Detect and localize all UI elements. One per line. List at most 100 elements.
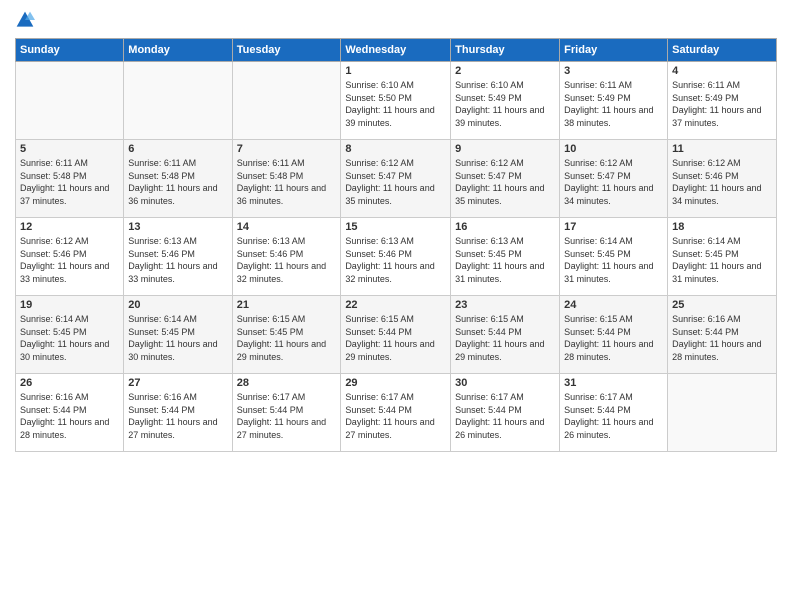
cell-info: Sunrise: 6:10 AM Sunset: 5:50 PM Dayligh…: [345, 79, 446, 129]
weekday-header-monday: Monday: [124, 39, 232, 62]
calendar-cell: [16, 62, 124, 140]
cell-info: Sunrise: 6:15 AM Sunset: 5:45 PM Dayligh…: [237, 313, 337, 363]
weekday-header-sunday: Sunday: [16, 39, 124, 62]
day-number: 7: [237, 143, 337, 155]
calendar-table: SundayMondayTuesdayWednesdayThursdayFrid…: [15, 38, 777, 452]
calendar-cell: [232, 62, 341, 140]
cell-info: Sunrise: 6:13 AM Sunset: 5:45 PM Dayligh…: [455, 235, 555, 285]
cell-info: Sunrise: 6:17 AM Sunset: 5:44 PM Dayligh…: [455, 391, 555, 441]
calendar-cell: 28Sunrise: 6:17 AM Sunset: 5:44 PM Dayli…: [232, 374, 341, 452]
cell-info: Sunrise: 6:16 AM Sunset: 5:44 PM Dayligh…: [20, 391, 119, 441]
calendar-cell: 11 Sunrise: 6:12 AM Sunset: 5:46 PM Dayli…: [668, 140, 777, 218]
cell-info: Sunrise: 6:17 AM Sunset: 5:44 PM Dayligh…: [345, 391, 446, 441]
calendar-cell: 9 Sunrise: 6:12 AM Sunset: 5:47 PM Daylig…: [451, 140, 560, 218]
calendar-cell: 15 Sunrise: 6:13 AM Sunset: 5:46 PM Dayli…: [341, 218, 451, 296]
weekday-header-row: SundayMondayTuesdayWednesdayThursdayFrid…: [16, 39, 777, 62]
day-number: 30: [455, 377, 555, 389]
cell-info: Sunrise: 6:11 AM Sunset: 5:48 PM Dayligh…: [237, 157, 337, 207]
calendar-cell: 1 Sunrise: 6:10 AM Sunset: 5:50 PM Daylig…: [341, 62, 451, 140]
header: [15, 10, 777, 30]
day-number: 28: [237, 377, 337, 389]
day-number: 15: [345, 221, 446, 233]
day-number: 25: [672, 299, 772, 311]
page: SundayMondayTuesdayWednesdayThursdayFrid…: [0, 0, 792, 612]
calendar-cell: 2 Sunrise: 6:10 AM Sunset: 5:49 PM Daylig…: [451, 62, 560, 140]
calendar-cell: 8 Sunrise: 6:12 AM Sunset: 5:47 PM Daylig…: [341, 140, 451, 218]
day-number: 12: [20, 221, 119, 233]
day-number: 4: [672, 65, 772, 77]
calendar-cell: 20 Sunrise: 6:14 AM Sunset: 5:45 PM Dayli…: [124, 296, 232, 374]
calendar-cell: 27 Sunrise: 6:16 AM Sunset: 5:44 PM Dayli…: [124, 374, 232, 452]
cell-info: Sunrise: 6:14 AM Sunset: 5:45 PM Dayligh…: [20, 313, 119, 363]
day-number: 19: [20, 299, 119, 311]
day-number: 26: [20, 377, 119, 389]
calendar-cell: [124, 62, 232, 140]
calendar-cell: 7 Sunrise: 6:11 AM Sunset: 5:48 PM Daylig…: [232, 140, 341, 218]
calendar-cell: 22Sunrise: 6:15 AM Sunset: 5:44 PM Dayli…: [341, 296, 451, 374]
cell-info: Sunrise: 6:11 AM Sunset: 5:49 PM Dayligh…: [672, 79, 772, 129]
day-number: 14: [237, 221, 337, 233]
day-number: 27: [128, 377, 227, 389]
cell-info: Sunrise: 6:11 AM Sunset: 5:48 PM Dayligh…: [128, 157, 227, 207]
week-row-1: 1 Sunrise: 6:10 AM Sunset: 5:50 PM Daylig…: [16, 62, 777, 140]
cell-info: Sunrise: 6:11 AM Sunset: 5:48 PM Dayligh…: [20, 157, 119, 207]
calendar-cell: 24 Sunrise: 6:15 AM Sunset: 5:44 PM Dayli…: [560, 296, 668, 374]
cell-info: Sunrise: 6:16 AM Sunset: 5:44 PM Dayligh…: [672, 313, 772, 363]
weekday-header-tuesday: Tuesday: [232, 39, 341, 62]
day-number: 29: [345, 377, 446, 389]
cell-info: Sunrise: 6:15 AM Sunset: 5:44 PM Dayligh…: [564, 313, 663, 363]
cell-info: Sunrise: 6:13 AM Sunset: 5:46 PM Dayligh…: [128, 235, 227, 285]
cell-info: Sunrise: 6:12 AM Sunset: 5:46 PM Dayligh…: [672, 157, 772, 207]
calendar-cell: 25 Sunrise: 6:16 AM Sunset: 5:44 PM Dayli…: [668, 296, 777, 374]
calendar-cell: 18 Sunrise: 6:14 AM Sunset: 5:45 PM Dayli…: [668, 218, 777, 296]
cell-info: Sunrise: 6:10 AM Sunset: 5:49 PM Dayligh…: [455, 79, 555, 129]
week-row-4: 19 Sunrise: 6:14 AM Sunset: 5:45 PM Dayli…: [16, 296, 777, 374]
calendar-cell: 13 Sunrise: 6:13 AM Sunset: 5:46 PM Dayli…: [124, 218, 232, 296]
cell-info: Sunrise: 6:12 AM Sunset: 5:47 PM Dayligh…: [345, 157, 446, 207]
cell-info: Sunrise: 6:12 AM Sunset: 5:47 PM Dayligh…: [455, 157, 555, 207]
day-number: 5: [20, 143, 119, 155]
day-number: 23: [455, 299, 555, 311]
cell-info: Sunrise: 6:14 AM Sunset: 5:45 PM Dayligh…: [564, 235, 663, 285]
calendar-cell: 5 Sunrise: 6:11 AM Sunset: 5:48 PM Daylig…: [16, 140, 124, 218]
cell-info: Sunrise: 6:14 AM Sunset: 5:45 PM Dayligh…: [128, 313, 227, 363]
calendar-cell: 19 Sunrise: 6:14 AM Sunset: 5:45 PM Dayli…: [16, 296, 124, 374]
day-number: 3: [564, 65, 663, 77]
calendar-cell: [668, 374, 777, 452]
day-number: 21: [237, 299, 337, 311]
day-number: 11: [672, 143, 772, 155]
calendar-cell: 10Sunrise: 6:12 AM Sunset: 5:47 PM Dayli…: [560, 140, 668, 218]
day-number: 24: [564, 299, 663, 311]
logo: [15, 10, 39, 30]
day-number: 1: [345, 65, 446, 77]
day-number: 18: [672, 221, 772, 233]
cell-info: Sunrise: 6:16 AM Sunset: 5:44 PM Dayligh…: [128, 391, 227, 441]
day-number: 13: [128, 221, 227, 233]
cell-info: Sunrise: 6:17 AM Sunset: 5:44 PM Dayligh…: [564, 391, 663, 441]
day-number: 8: [345, 143, 446, 155]
day-number: 2: [455, 65, 555, 77]
cell-info: Sunrise: 6:14 AM Sunset: 5:45 PM Dayligh…: [672, 235, 772, 285]
calendar-cell: 16Sunrise: 6:13 AM Sunset: 5:45 PM Dayli…: [451, 218, 560, 296]
calendar-cell: 31 Sunrise: 6:17 AM Sunset: 5:44 PM Dayli…: [560, 374, 668, 452]
day-number: 10: [564, 143, 663, 155]
day-number: 9: [455, 143, 555, 155]
week-row-3: 12 Sunrise: 6:12 AM Sunset: 5:46 PM Dayli…: [16, 218, 777, 296]
week-row-5: 26 Sunrise: 6:16 AM Sunset: 5:44 PM Dayli…: [16, 374, 777, 452]
cell-info: Sunrise: 6:13 AM Sunset: 5:46 PM Dayligh…: [345, 235, 446, 285]
calendar-cell: 21 Sunrise: 6:15 AM Sunset: 5:45 PM Dayli…: [232, 296, 341, 374]
day-number: 20: [128, 299, 227, 311]
weekday-header-wednesday: Wednesday: [341, 39, 451, 62]
calendar-cell: 26 Sunrise: 6:16 AM Sunset: 5:44 PM Dayli…: [16, 374, 124, 452]
cell-info: Sunrise: 6:13 AM Sunset: 5:46 PM Dayligh…: [237, 235, 337, 285]
cell-info: Sunrise: 6:12 AM Sunset: 5:46 PM Dayligh…: [20, 235, 119, 285]
cell-info: Sunrise: 6:15 AM Sunset: 5:44 PM Dayligh…: [455, 313, 555, 363]
logo-icon: [15, 10, 35, 30]
weekday-header-friday: Friday: [560, 39, 668, 62]
day-number: 31: [564, 377, 663, 389]
day-number: 6: [128, 143, 227, 155]
cell-info: Sunrise: 6:11 AM Sunset: 5:49 PM Dayligh…: [564, 79, 663, 129]
calendar-cell: 4 Sunrise: 6:11 AM Sunset: 5:49 PM Daylig…: [668, 62, 777, 140]
calendar-cell: 12 Sunrise: 6:12 AM Sunset: 5:46 PM Dayli…: [16, 218, 124, 296]
day-number: 22: [345, 299, 446, 311]
